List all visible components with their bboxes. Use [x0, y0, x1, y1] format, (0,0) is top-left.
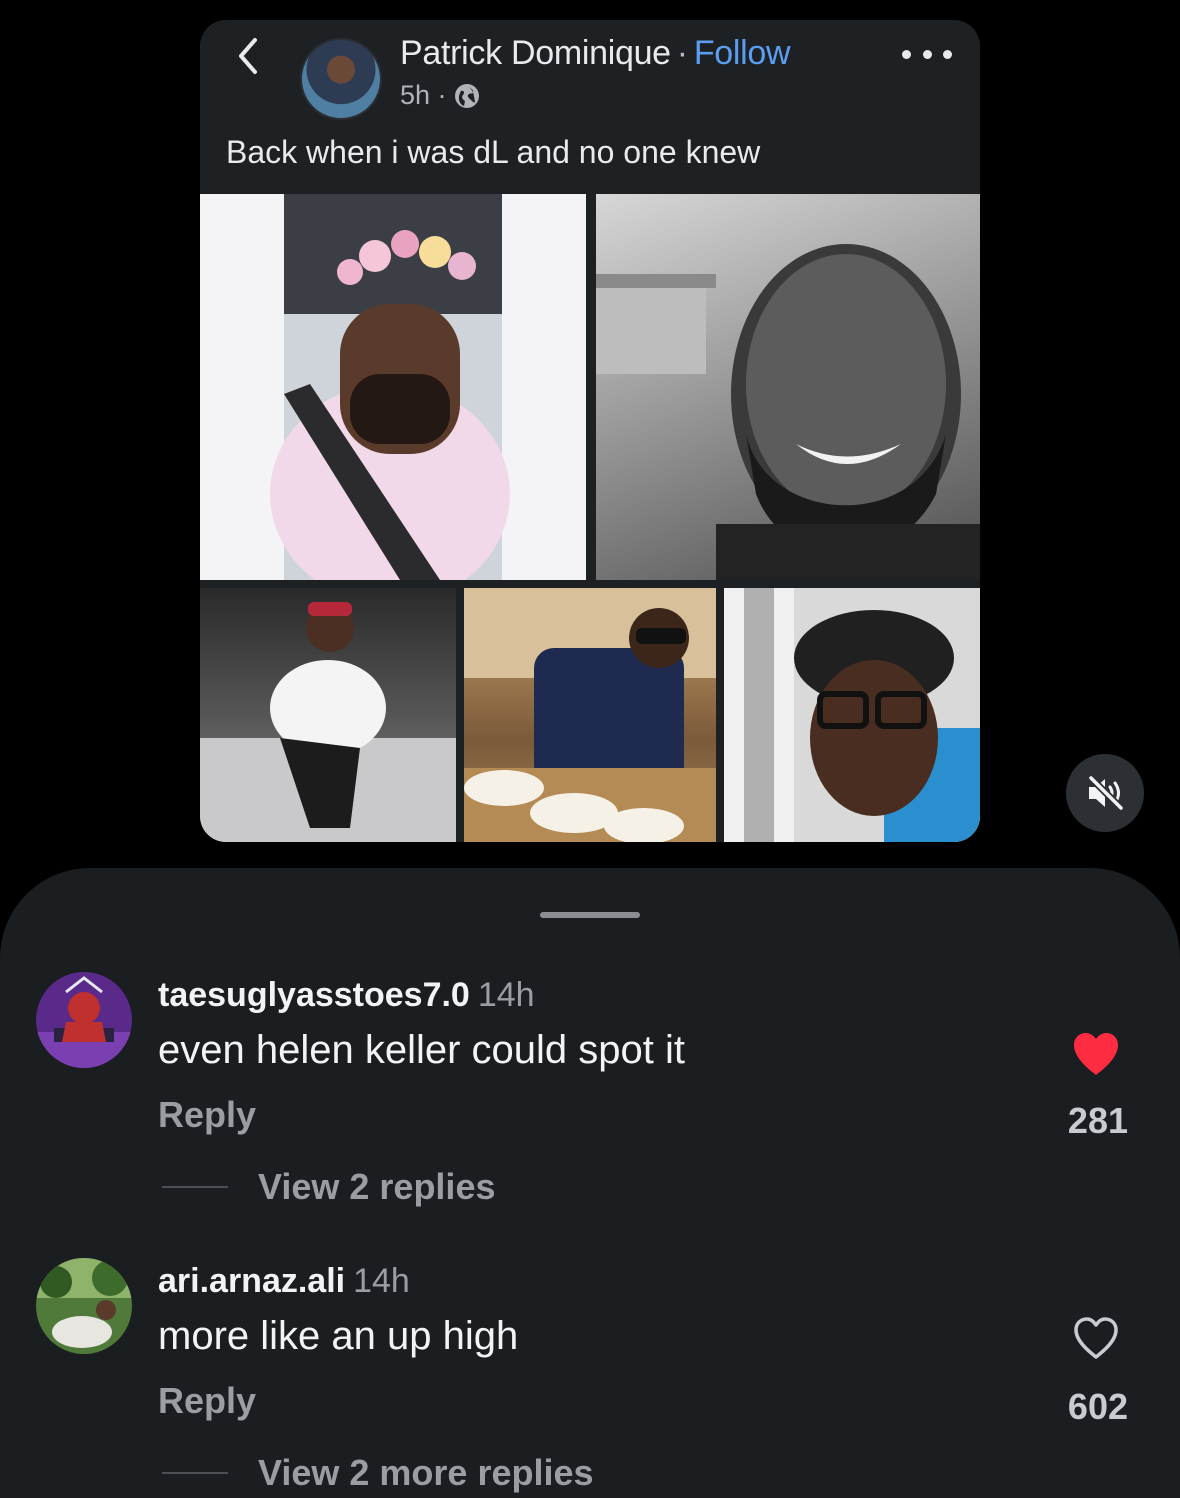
post-meta: 5h · — [400, 80, 481, 111]
comment-username[interactable]: ari.arnaz.ali — [158, 1262, 345, 1300]
photo-5-image — [724, 588, 980, 842]
post-photo-4[interactable] — [464, 588, 716, 842]
reply-button[interactable]: Reply — [158, 1380, 256, 1422]
outdoor-portrait-avatar — [36, 1258, 132, 1354]
more-horizontal-icon — [902, 49, 911, 59]
sheet-grab-handle[interactable] — [540, 912, 640, 918]
more-dot — [922, 49, 932, 59]
post-photo-2[interactable] — [596, 194, 980, 580]
like-count: 602 — [1067, 1386, 1128, 1427]
photo-4-image — [464, 588, 716, 842]
post-header: Patrick Dominique · Follow 5h · Back when … — [200, 20, 980, 170]
reply-button[interactable]: Reply — [158, 1094, 256, 1136]
view-replies-label: View 2 more replies — [258, 1452, 594, 1493]
view-replies-label: View 2 replies — [258, 1166, 496, 1207]
replies-divider — [162, 1186, 228, 1188]
post-photo-3[interactable] — [200, 588, 456, 842]
mute-toggle-button[interactable] — [1066, 754, 1144, 832]
view-replies-button[interactable]: View 2 more replies — [162, 1452, 594, 1494]
comment-time: 14h — [353, 1262, 410, 1300]
poster-line: Patrick Dominique · Follow — [400, 34, 791, 73]
name-separator: · — [676, 34, 688, 72]
post-photo-1[interactable] — [200, 194, 586, 580]
globe-icon — [454, 83, 479, 108]
more-options-button[interactable] — [902, 42, 952, 66]
poster-avatar[interactable] — [300, 38, 382, 120]
comment-header: taesuglyasstoes7.0 14h — [158, 976, 535, 1015]
follow-link[interactable]: Follow — [694, 34, 791, 72]
speaker-muted-icon — [1088, 775, 1124, 811]
commenter-avatar[interactable] — [36, 1258, 132, 1354]
post-caption: Back when i was dL and no one knew — [226, 134, 761, 170]
comment-text: even helen keller could spot it — [158, 1028, 685, 1072]
like-count: 281 — [1067, 1100, 1128, 1141]
post-card: Patrick Dominique · Follow 5h · Back when … — [200, 20, 980, 842]
comment-time: 14h — [477, 976, 535, 1014]
photo-2-image — [596, 244, 980, 580]
spider-hero-avatar — [36, 972, 132, 1068]
view-replies-button[interactable]: View 2 replies — [162, 1166, 495, 1208]
replies-divider — [162, 1472, 228, 1474]
commenter-avatar[interactable] — [36, 972, 132, 1068]
poster-name[interactable]: Patrick Dominique — [400, 34, 671, 72]
chevron-left-icon — [239, 38, 257, 74]
back-button[interactable] — [226, 34, 270, 78]
comment-header: ari.arnaz.ali 14h — [158, 1262, 410, 1301]
photo-3-image — [200, 602, 456, 842]
like-button[interactable] — [1070, 1030, 1122, 1078]
heart-outline-icon — [1074, 1317, 1118, 1359]
comment-username[interactable]: taesuglyasstoes7.0 — [158, 976, 470, 1014]
post-photo-5[interactable] — [724, 588, 980, 842]
comment-text: more like an up high — [158, 1314, 519, 1358]
photo-1-image — [270, 194, 510, 580]
post-time: 5h · — [400, 80, 447, 110]
more-dot — [943, 49, 952, 59]
heart-filled-icon — [1074, 1033, 1118, 1075]
comments-sheet: taesuglyasstoes7.0 14h even helen keller … — [0, 868, 1180, 1498]
like-button[interactable] — [1070, 1314, 1122, 1362]
